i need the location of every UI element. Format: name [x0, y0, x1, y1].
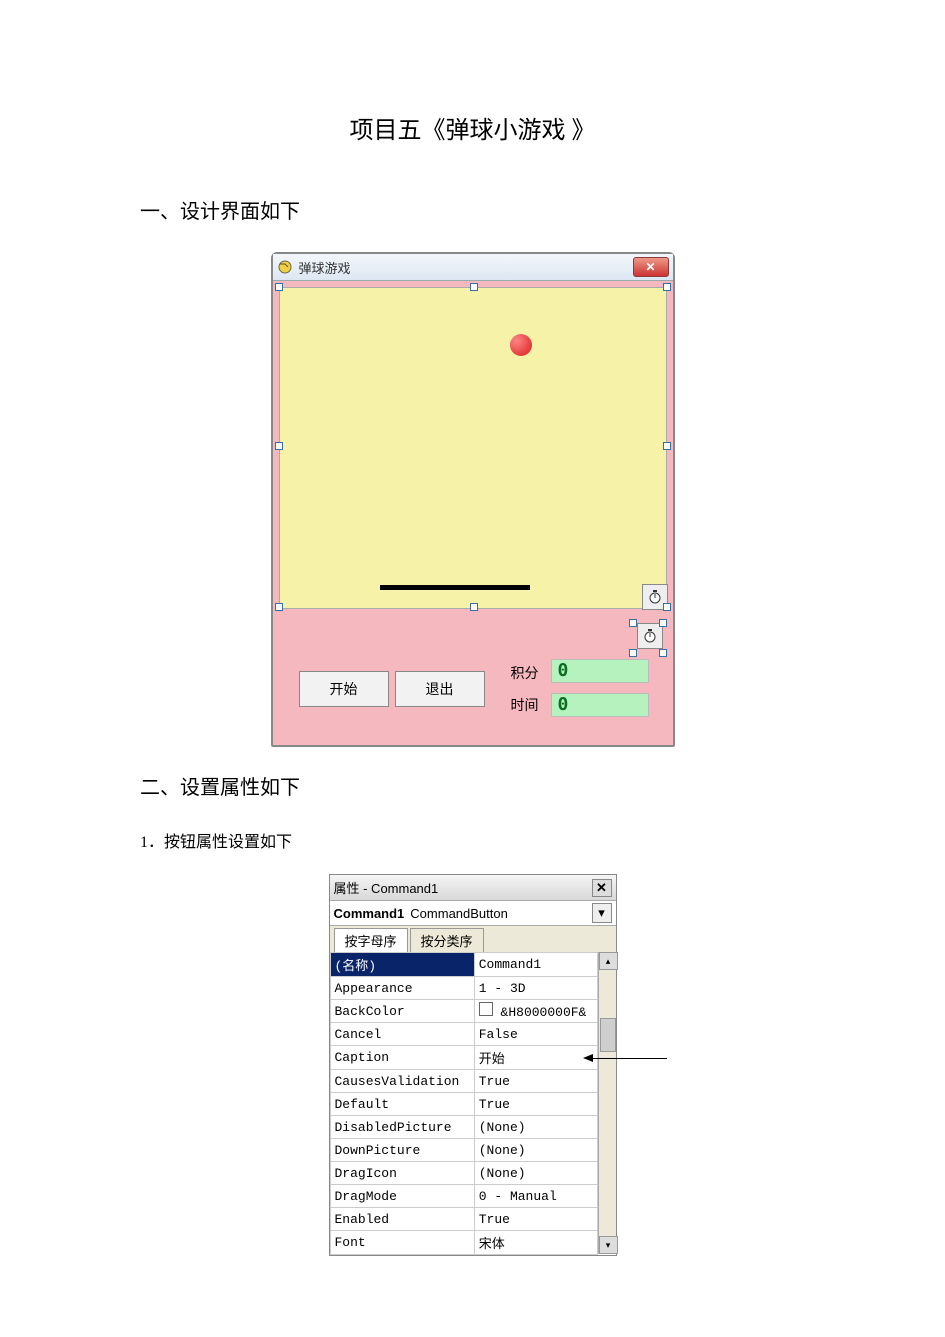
property-value[interactable]: 宋体: [474, 1231, 597, 1255]
properties-wrap: 属性 - Command1 ✕ Command1 CommandButton ▾…: [140, 874, 805, 1256]
property-key: DownPicture: [330, 1139, 474, 1162]
tab-alphabetical[interactable]: 按字母序: [334, 928, 408, 952]
form-titlebar[interactable]: 弹球游戏 ✕: [273, 254, 673, 281]
toolbar-area: 开始 退出 积分 0 时间 0: [279, 655, 667, 739]
property-key: Font: [330, 1231, 474, 1255]
score-value: 0: [551, 659, 649, 683]
caption-callout-arrow: [583, 1054, 593, 1062]
property-value[interactable]: Command1: [474, 953, 597, 977]
property-value[interactable]: 0 - Manual: [474, 1185, 597, 1208]
property-row[interactable]: Cancel False: [330, 1023, 597, 1046]
close-icon[interactable]: ✕: [592, 879, 612, 897]
property-value[interactable]: (None): [474, 1162, 597, 1185]
property-row[interactable]: (名称) Command1: [330, 953, 597, 977]
time-value: 0: [551, 693, 649, 717]
subsection-button-props: 1．按钮属性设置如下: [140, 828, 805, 852]
ball-shape: [510, 334, 532, 356]
property-value[interactable]: (None): [474, 1116, 597, 1139]
properties-object-combo[interactable]: Command1 CommandButton ▾: [330, 901, 616, 926]
scroll-down-icon[interactable]: ▾: [599, 1236, 618, 1254]
property-row[interactable]: CausesValidation True: [330, 1070, 597, 1093]
property-row[interactable]: Default True: [330, 1093, 597, 1116]
property-key: CausesValidation: [330, 1070, 474, 1093]
property-row[interactable]: DragIcon (None): [330, 1162, 597, 1185]
property-value[interactable]: True: [474, 1208, 597, 1231]
property-row[interactable]: BackColor &H8000000F&: [330, 1000, 597, 1023]
property-key: Appearance: [330, 977, 474, 1000]
property-key: DragIcon: [330, 1162, 474, 1185]
caption-callout-line: [593, 1058, 667, 1059]
play-area: [279, 287, 667, 609]
tab-categorized[interactable]: 按分类序: [410, 928, 484, 952]
scroll-up-icon[interactable]: ▴: [599, 952, 618, 970]
property-row[interactable]: DragMode 0 - Manual: [330, 1185, 597, 1208]
property-value[interactable]: 开始: [474, 1046, 597, 1070]
form-icon: [277, 259, 293, 275]
property-key: DisabledPicture: [330, 1116, 474, 1139]
property-value[interactable]: True: [474, 1093, 597, 1116]
property-row[interactable]: Enabled True: [330, 1208, 597, 1231]
property-value[interactable]: (None): [474, 1139, 597, 1162]
property-key: Cancel: [330, 1023, 474, 1046]
close-icon[interactable]: ✕: [633, 257, 669, 277]
property-key: DragMode: [330, 1185, 474, 1208]
vb-form-window: 弹球游戏 ✕: [271, 252, 675, 747]
property-value[interactable]: True: [474, 1070, 597, 1093]
quit-button[interactable]: 退出: [395, 671, 485, 707]
property-key: (名称): [330, 953, 474, 977]
start-button[interactable]: 开始: [299, 671, 389, 707]
property-row[interactable]: DisabledPicture (None): [330, 1116, 597, 1139]
document-title: 项目五《弹球小游戏 》: [140, 110, 805, 145]
properties-titlebar[interactable]: 属性 - Command1 ✕: [330, 875, 616, 901]
playarea-container[interactable]: [279, 287, 667, 609]
property-row[interactable]: DownPicture (None): [330, 1139, 597, 1162]
property-key: BackColor: [330, 1000, 474, 1023]
property-row[interactable]: Caption 开始: [330, 1046, 597, 1070]
section-heading-properties: 二、设置属性如下: [140, 771, 805, 800]
property-key: Enabled: [330, 1208, 474, 1231]
property-value[interactable]: 1 - 3D: [474, 977, 597, 1000]
score-label: 积分: [511, 663, 539, 683]
object-name-text: Command1: [334, 906, 405, 921]
paddle-shape: [380, 585, 530, 590]
scroll-thumb[interactable]: [600, 1018, 616, 1052]
properties-grid[interactable]: (名称) Command1Appearance 1 - 3DBackColor …: [330, 952, 598, 1255]
property-key: Default: [330, 1093, 474, 1116]
form-title-text: 弹球游戏: [299, 258, 633, 277]
property-value[interactable]: &H8000000F&: [474, 1000, 597, 1023]
property-row[interactable]: Font 宋体: [330, 1231, 597, 1255]
properties-scrollbar[interactable]: ▴ ▾: [598, 952, 616, 1254]
object-type-text: CommandButton: [410, 906, 591, 921]
time-label: 时间: [511, 695, 539, 715]
property-value[interactable]: False: [474, 1023, 597, 1046]
section-heading-design: 一、设计界面如下: [140, 195, 805, 224]
chevron-down-icon[interactable]: ▾: [592, 903, 612, 923]
properties-panel: 属性 - Command1 ✕ Command1 CommandButton ▾…: [329, 874, 617, 1256]
property-key: Caption: [330, 1046, 474, 1070]
property-row[interactable]: Appearance 1 - 3D: [330, 977, 597, 1000]
properties-title-text: 属性 - Command1: [334, 878, 592, 897]
